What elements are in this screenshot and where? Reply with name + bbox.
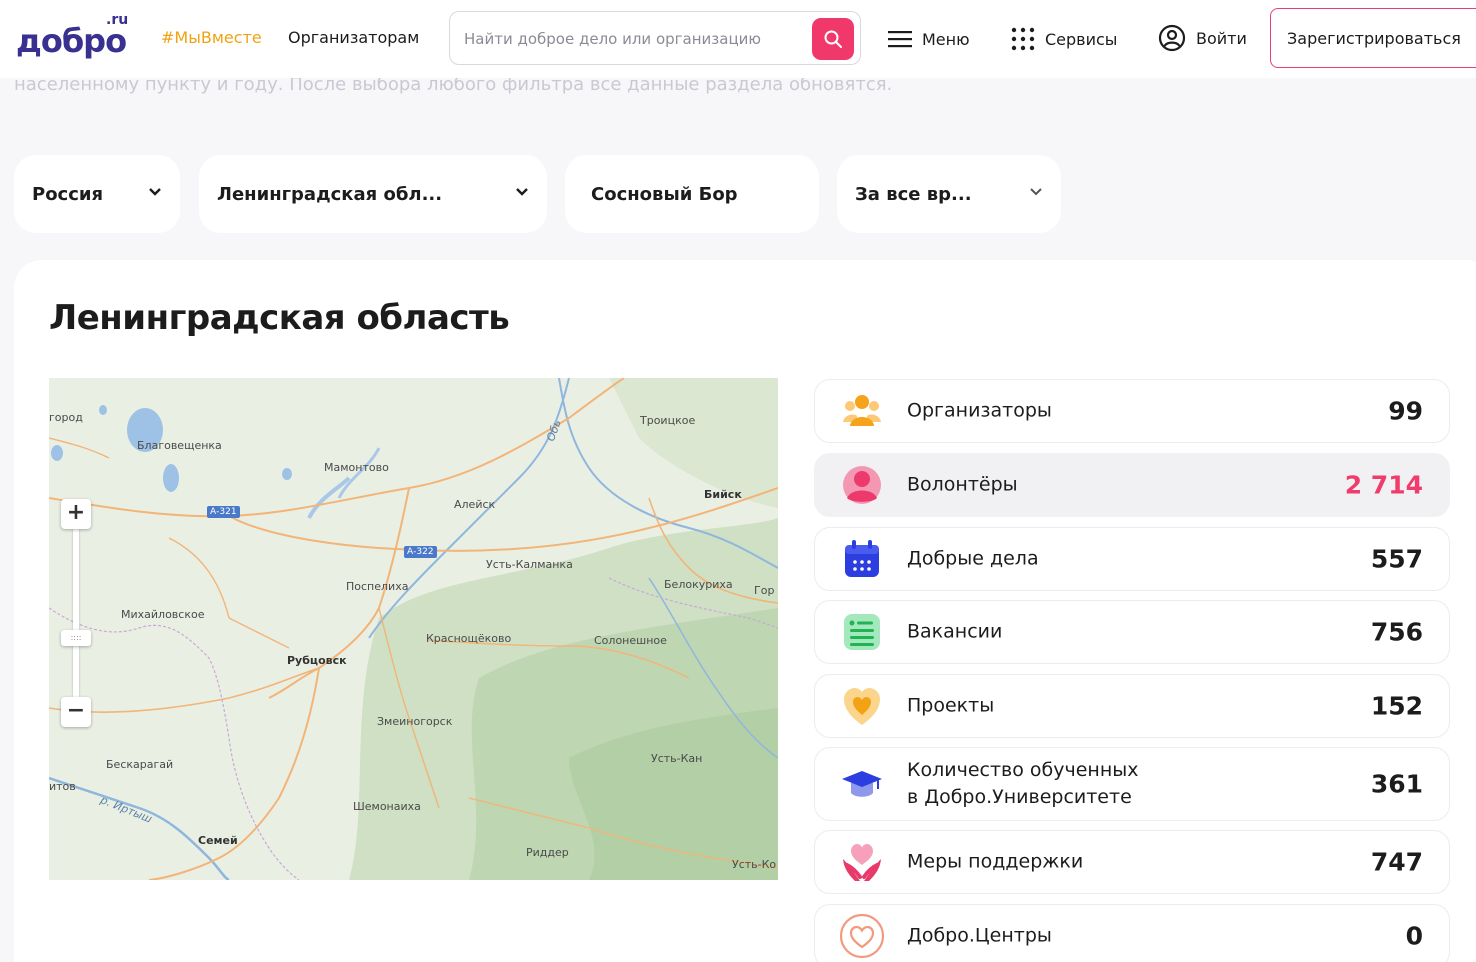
logo[interactable]: добро .ru	[16, 12, 134, 62]
map-label: Усть-Калманка	[486, 558, 573, 571]
map-label: Усть-Ко	[732, 858, 777, 871]
stat-label: Количество обученных в Добро.Университет…	[907, 759, 1139, 808]
country-filter-value: Россия	[32, 183, 104, 205]
road-badge: А-321	[207, 506, 240, 518]
logo-ru: .ru	[106, 12, 129, 28]
menu-button[interactable]: Меню	[888, 26, 970, 52]
stat-value: 557	[1370, 544, 1423, 574]
stat-vacancies[interactable]: Вакансии 756	[814, 600, 1450, 664]
stat-organizers[interactable]: Организаторы 99	[814, 379, 1450, 443]
services-label: Сервисы	[1045, 29, 1118, 49]
stat-volunteers[interactable]: Волонтёры 2 714	[814, 453, 1450, 517]
zoom-slider-track[interactable]	[73, 529, 79, 697]
stat-label: Добрые дела	[907, 547, 1039, 570]
calendar-icon	[845, 540, 879, 577]
filter-hint-text: населенному пункту и году. После выбора …	[14, 76, 893, 94]
stat-projects[interactable]: Проекты 152	[814, 674, 1450, 738]
region-map[interactable]: город Благовещенка Мамонтово Троицкое Би…	[49, 378, 778, 880]
zoom-slider-handle[interactable]: ::::	[61, 630, 91, 646]
map-label: Гор	[754, 584, 775, 597]
map-label: город	[49, 411, 83, 424]
search-icon	[824, 30, 842, 48]
region-title: Ленинградская область	[49, 298, 510, 338]
stat-value: 152	[1370, 691, 1423, 721]
hands-heart-icon	[843, 844, 881, 881]
chevron-down-icon	[1030, 188, 1042, 196]
services-button[interactable]: Сервисы	[1011, 26, 1117, 52]
organizers-icon	[843, 395, 881, 426]
user-circle-icon	[1158, 24, 1186, 52]
stat-label: Проекты	[907, 694, 995, 717]
search-button[interactable]	[812, 18, 854, 60]
menu-label: Меню	[922, 29, 970, 49]
search-input[interactable]	[464, 26, 804, 52]
region-filter-value: Ленинградская обл...	[217, 183, 443, 205]
stat-label: Добро.Центры	[907, 924, 1052, 947]
map-label: Поспелиха	[346, 580, 409, 593]
stat-label: Организаторы	[907, 399, 1052, 422]
stat-value: 2 714	[1344, 470, 1423, 500]
grid-dots-icon	[1011, 27, 1035, 51]
region-filter[interactable]: Ленинградская обл...	[199, 155, 547, 233]
map-label: Михайловское	[121, 608, 205, 621]
hamburger-icon	[888, 31, 912, 48]
chevron-down-icon	[149, 188, 161, 196]
stat-trained[interactable]: Количество обученных в Добро.Университет…	[814, 747, 1450, 821]
heart-outline-icon	[839, 913, 885, 959]
map-label: Белокуриха	[664, 578, 733, 591]
volunteer-icon	[843, 466, 881, 504]
road-badge: А-322	[404, 546, 437, 558]
map-label: Мамонтово	[324, 461, 389, 474]
map-label: Усть-Кан	[651, 752, 703, 765]
zoom-in-button[interactable]: +	[61, 499, 91, 529]
map-label: Солонешное	[594, 634, 667, 647]
map-label: Троицкое	[640, 414, 696, 427]
heart-icon	[844, 688, 880, 725]
list-icon	[844, 614, 880, 650]
map-label: Шемонаиха	[353, 800, 421, 813]
stat-value: 756	[1370, 617, 1423, 647]
stat-value: 361	[1370, 769, 1423, 799]
map-label: Бескарагай	[106, 758, 174, 771]
stat-label: Меры поддержки	[907, 850, 1084, 873]
organizers-link[interactable]: Организаторам	[288, 28, 419, 47]
map-label: Благовещенка	[137, 439, 222, 452]
city-filter[interactable]: Сосновый Бор	[565, 155, 819, 233]
map-label: Семей	[198, 834, 238, 847]
chevron-down-icon	[516, 188, 528, 196]
stat-good-deeds[interactable]: Добрые дела 557	[814, 527, 1450, 591]
stat-support-measures[interactable]: Меры поддержки 747	[814, 830, 1450, 894]
map-label: Алейск	[454, 498, 496, 511]
map-label: Риддер	[526, 846, 569, 859]
stat-label: Вакансии	[907, 620, 1003, 643]
map-label: Рубцовск	[287, 654, 347, 667]
search-box	[449, 11, 861, 65]
login-label: Войти	[1196, 28, 1247, 48]
stat-dobro-centers[interactable]: Добро.Центры 0	[814, 904, 1450, 962]
stat-value: 747	[1370, 847, 1423, 877]
map-label: итов	[49, 780, 76, 793]
zoom-out-button[interactable]: −	[61, 697, 91, 727]
stat-value: 99	[1388, 396, 1423, 426]
map-label: Краснощёково	[426, 632, 512, 645]
stat-label: Волонтёры	[907, 473, 1018, 496]
country-filter[interactable]: Россия	[14, 155, 180, 233]
period-filter[interactable]: За все вр...	[837, 155, 1061, 233]
map-label: Бийск	[704, 488, 742, 501]
graduation-cap-icon	[842, 771, 882, 797]
register-button[interactable]: Зарегистрироваться	[1270, 8, 1476, 68]
city-filter-value: Сосновый Бор	[591, 183, 738, 205]
stat-value: 0	[1405, 921, 1423, 951]
site-header: добро .ru #МыВместе Организаторам Меню С…	[0, 0, 1476, 78]
period-filter-value: За все вр...	[855, 183, 972, 205]
map-label: Змеиногорск	[377, 715, 453, 728]
login-button[interactable]: Войти	[1158, 24, 1247, 52]
we-together-link[interactable]: #МыВместе	[161, 28, 262, 47]
